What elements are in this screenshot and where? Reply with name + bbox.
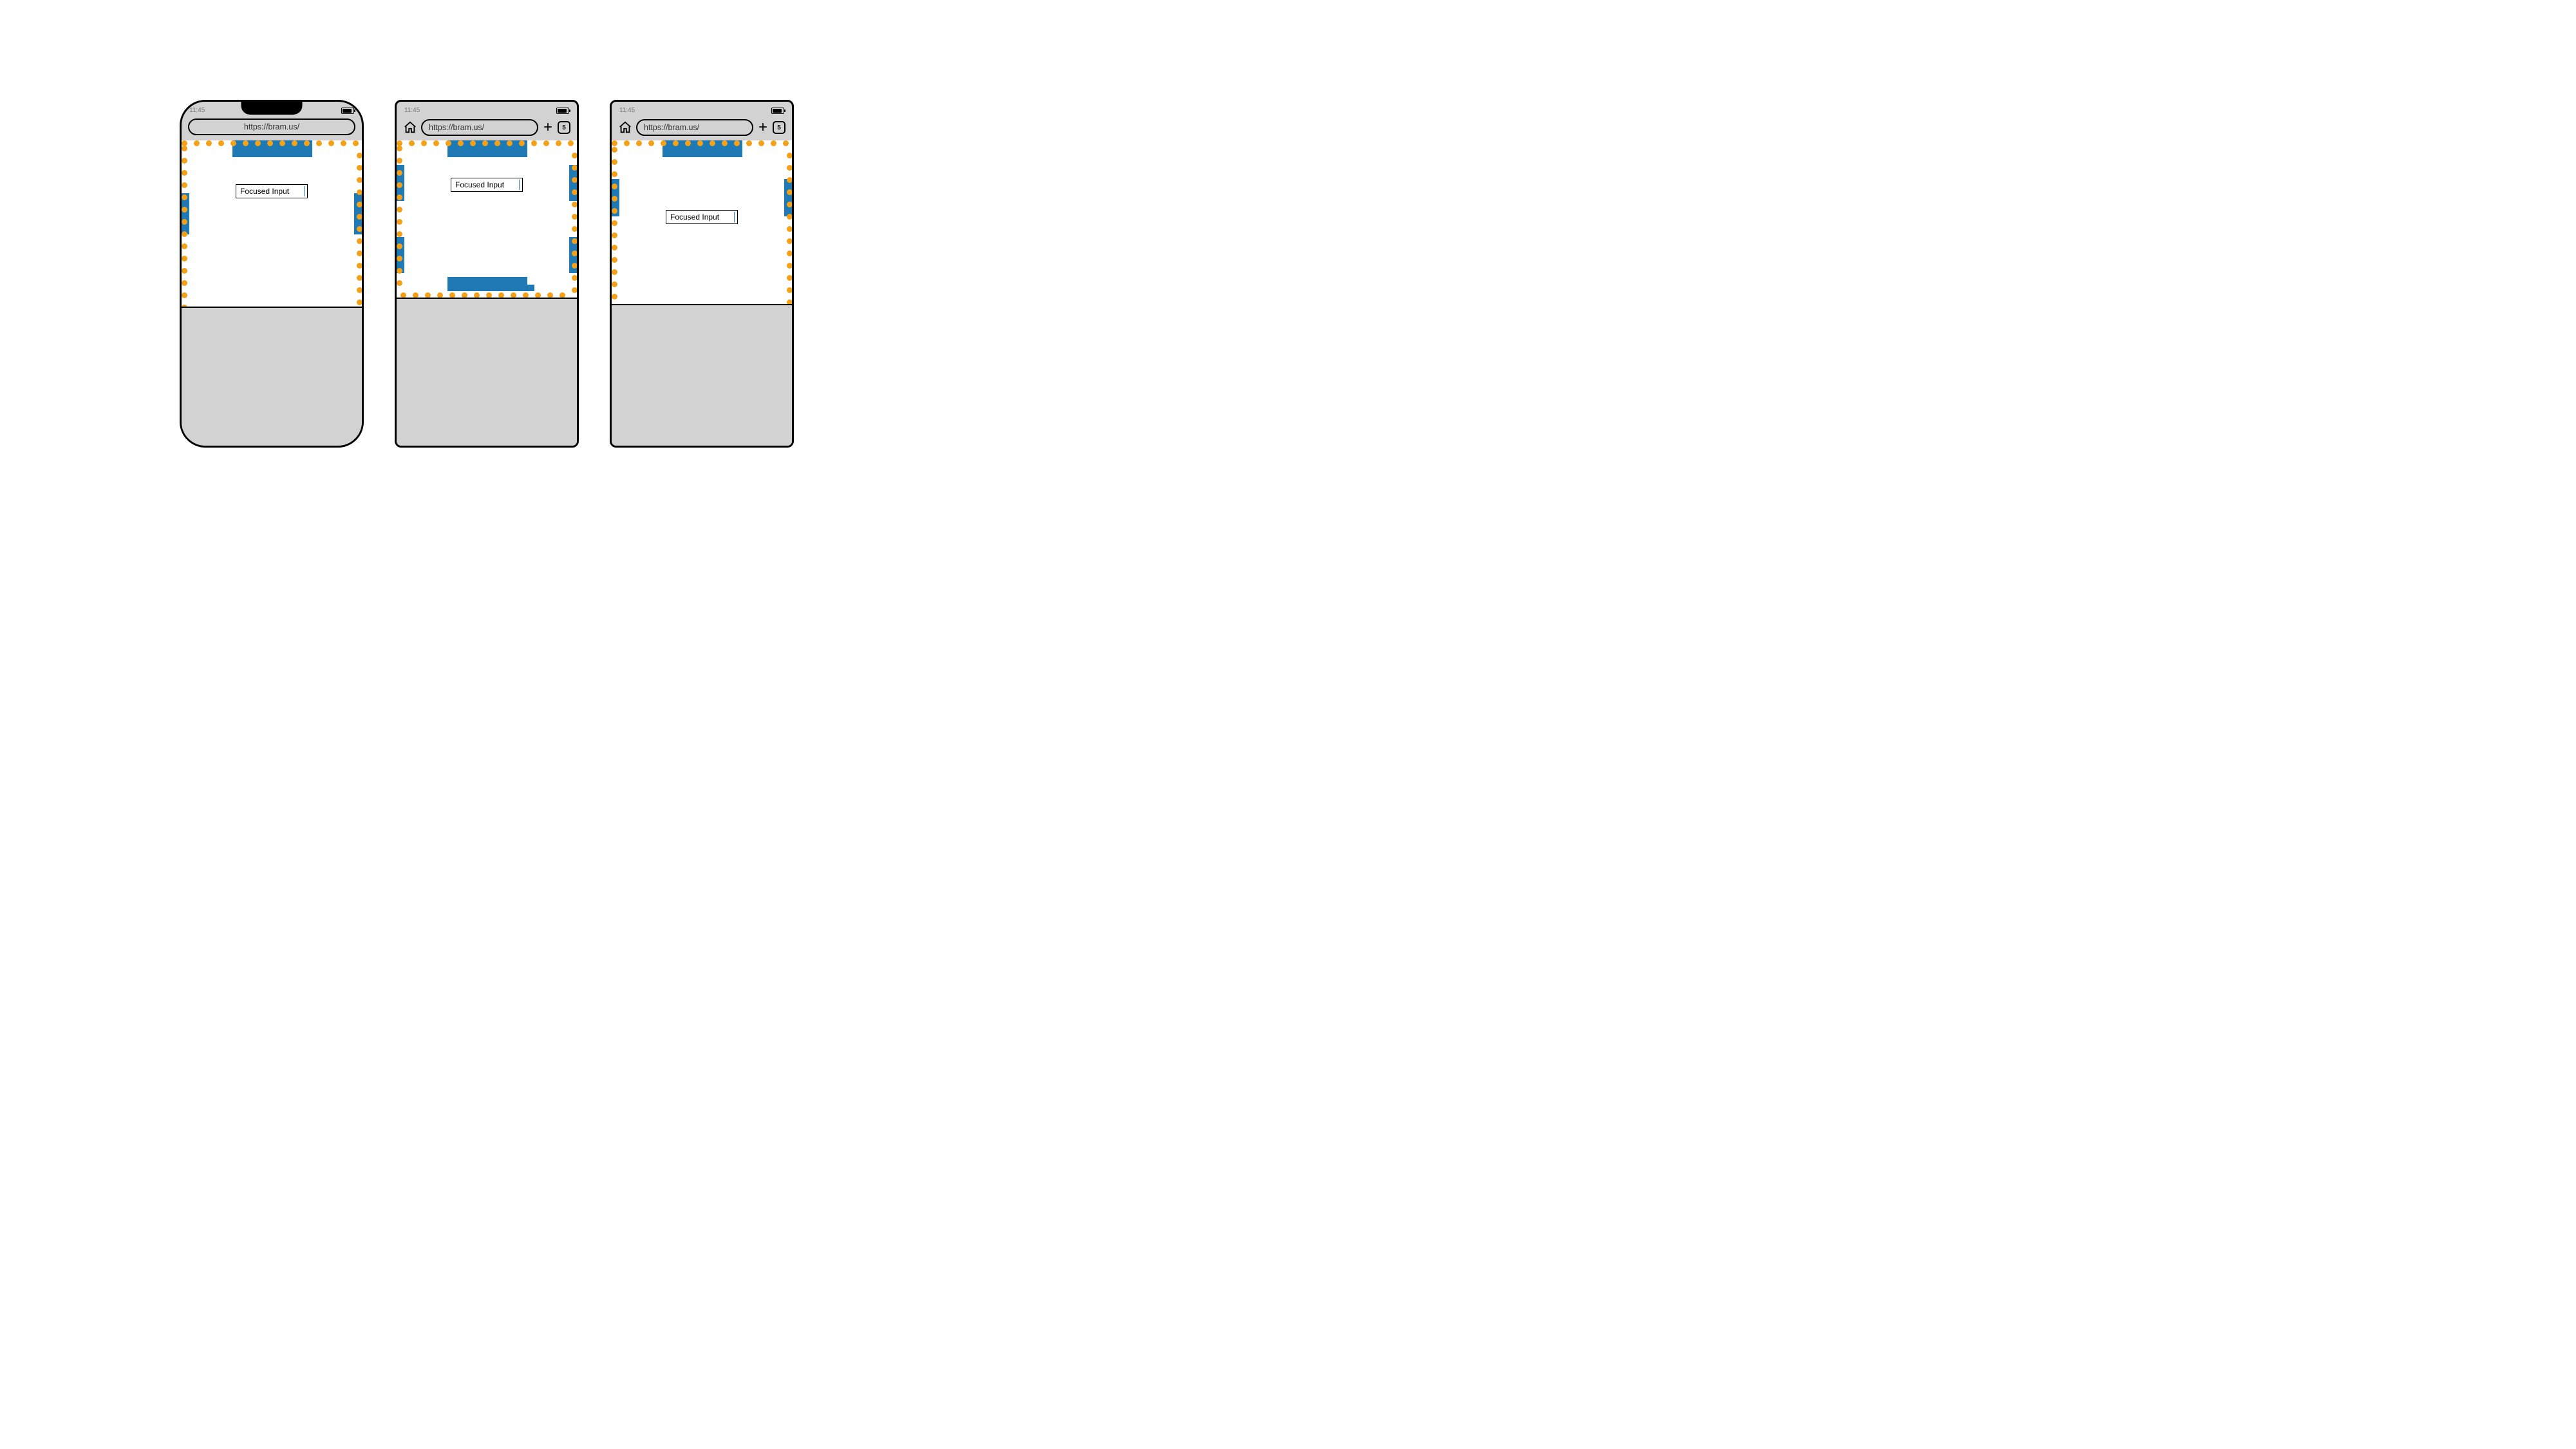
battery-icon (771, 108, 784, 114)
tab-count-button[interactable]: 5 (773, 121, 785, 134)
virtual-keyboard[interactable] (612, 304, 792, 446)
visual-viewport (397, 140, 577, 298)
url-bar[interactable]: https://bram.us/ (421, 119, 538, 136)
focused-input[interactable] (451, 178, 523, 192)
visual-viewport (612, 140, 792, 304)
browser-toolbar: https://bram.us/ (182, 117, 362, 142)
notch (241, 102, 303, 115)
device-browser-a: 11:45 https://bram.us/ +5 (395, 100, 579, 448)
status-time: 11:45 (404, 107, 420, 114)
browser-toolbar: https://bram.us/ +5 (612, 117, 792, 143)
virtual-keyboard[interactable] (397, 298, 577, 446)
url-text: https://bram.us/ (429, 123, 484, 132)
status-time: 11:45 (189, 107, 205, 114)
status-time: 11:45 (619, 107, 635, 114)
home-icon[interactable] (618, 120, 632, 135)
device-safari-ios: 11:45 https://bram.us/ (180, 100, 364, 448)
focused-input-wrapper (451, 178, 523, 192)
new-tab-icon[interactable]: + (757, 118, 769, 137)
visual-viewport (182, 140, 362, 307)
home-icon[interactable] (403, 120, 417, 135)
status-bar: 11:45 (397, 102, 577, 117)
virtual-keyboard[interactable] (182, 307, 362, 446)
url-bar[interactable]: https://bram.us/ (636, 119, 753, 136)
url-text: https://bram.us/ (644, 123, 699, 132)
url-bar[interactable]: https://bram.us/ (188, 118, 355, 135)
browser-toolbar: https://bram.us/ +5 (397, 117, 577, 143)
text-caret (734, 212, 735, 222)
device-browser-b: 11:45 https://bram.us/ +5 (610, 100, 794, 448)
tab-count-button[interactable]: 5 (558, 121, 570, 134)
focused-input[interactable] (236, 184, 308, 198)
new-tab-icon[interactable]: + (542, 118, 554, 137)
battery-icon (556, 108, 569, 114)
focused-input[interactable] (666, 210, 738, 224)
battery-icon (341, 108, 354, 114)
focused-input-wrapper (666, 210, 738, 224)
focused-input-wrapper (236, 184, 308, 198)
status-bar: 11:45 (612, 102, 792, 117)
text-caret (304, 186, 305, 196)
text-caret (519, 180, 520, 190)
url-text: https://bram.us/ (244, 122, 299, 131)
